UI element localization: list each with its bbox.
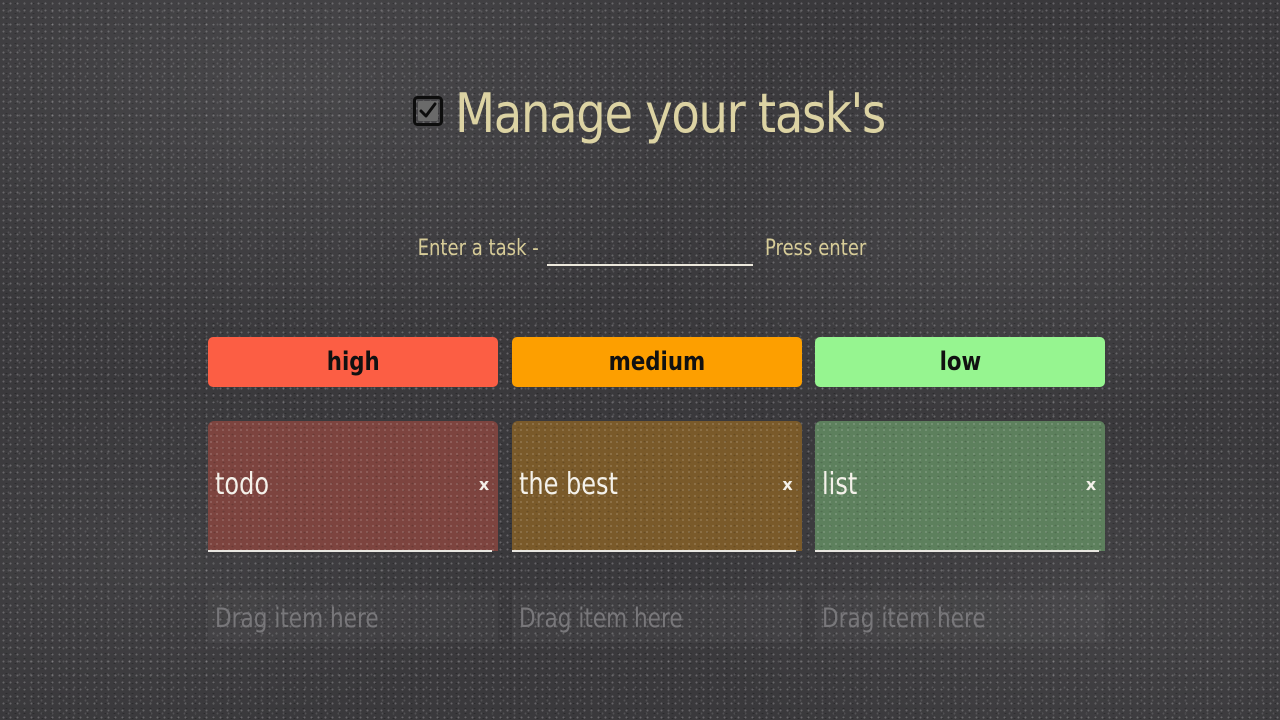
column-low: low list x Drag item here	[815, 337, 1105, 657]
column-header-high: high	[208, 337, 498, 387]
task-text: todo	[215, 467, 270, 502]
priority-board: high todo x Drag item here medium the be…	[208, 337, 1105, 657]
column-header-label: high	[326, 347, 380, 377]
delete-task-button[interactable]: x	[478, 473, 490, 497]
drop-zone-hint: Drag item here	[215, 603, 379, 634]
column-medium: medium the best x Drag item here	[511, 337, 802, 657]
task-card-underline	[511, 550, 796, 552]
task-text: the best	[518, 467, 618, 502]
delete-task-button[interactable]: x	[782, 473, 794, 497]
press-enter-hint: Press enter	[765, 236, 867, 261]
task-card-underline	[815, 550, 1099, 552]
drop-zone-hint: Drag item here	[518, 603, 683, 634]
column-high: high todo x Drag item here	[208, 337, 498, 657]
drop-zone-low[interactable]: Drag item here	[815, 591, 1105, 643]
page-header: Manage your task's	[0, 76, 1280, 152]
column-header-medium: medium	[511, 337, 802, 387]
drop-zone-medium[interactable]: Drag item here	[512, 591, 802, 643]
delete-task-button[interactable]: x	[1085, 473, 1097, 497]
task-text: list	[822, 467, 858, 502]
column-header-low: low	[815, 337, 1105, 387]
drop-zone-hint: Drag item here	[822, 603, 986, 634]
task-card-underline	[208, 550, 492, 552]
checked-checkbox-icon	[413, 91, 443, 131]
task-input[interactable]	[547, 234, 754, 266]
task-entry-row: Enter a task - Press enter	[0, 222, 1280, 266]
drop-zone-high[interactable]: Drag item here	[208, 591, 498, 643]
task-card[interactable]: list x	[815, 421, 1105, 552]
task-card[interactable]: todo x	[208, 421, 498, 552]
task-entry-label: Enter a task -	[417, 236, 540, 261]
page-title: Manage your task's	[455, 82, 886, 145]
column-header-label: medium	[608, 347, 705, 377]
column-header-label: low	[939, 347, 981, 377]
task-card[interactable]: the best x	[511, 421, 802, 552]
